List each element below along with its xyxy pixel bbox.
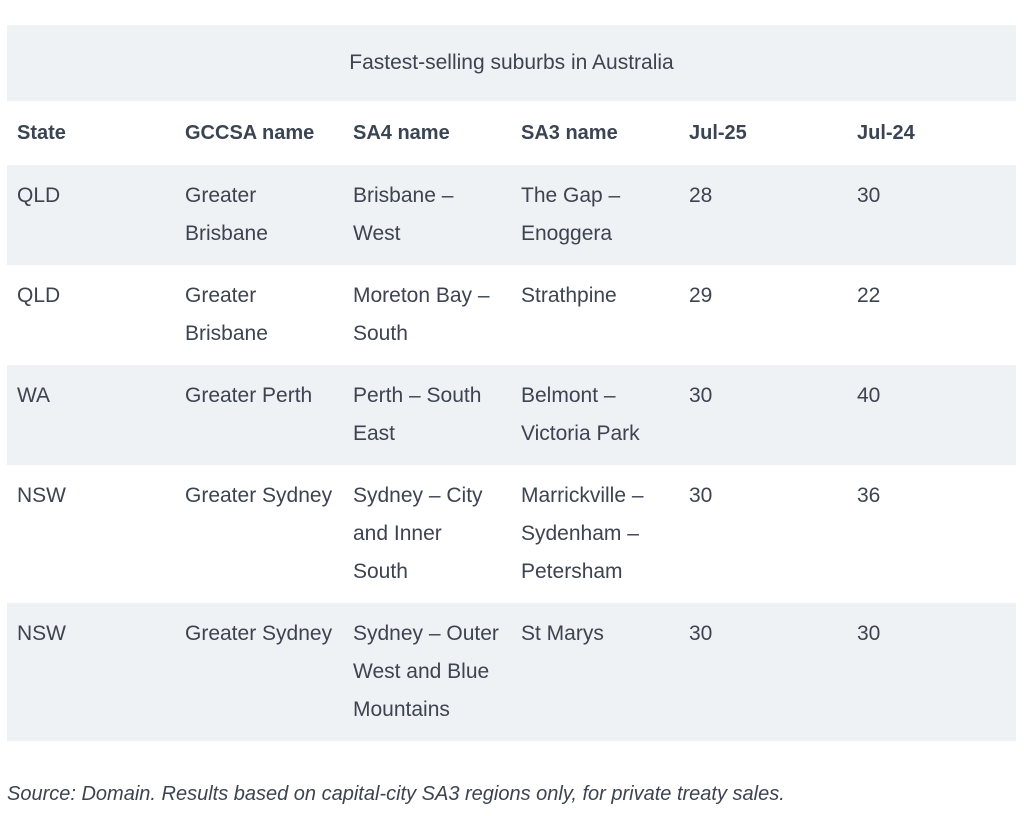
- cell-sa3-name: St Marys: [511, 603, 679, 741]
- table-row: NSW Greater Sydney Sydney – Outer West a…: [7, 603, 1016, 741]
- cell-gccsa-name: Greater Perth: [175, 365, 343, 465]
- cell-sa3-name: The Gap – Enoggera: [511, 165, 679, 265]
- cell-sa3-name: Belmont – Victoria Park: [511, 365, 679, 465]
- header-jul-25: Jul-25: [679, 101, 847, 165]
- table-row: WA Greater Perth Perth – South East Belm…: [7, 365, 1016, 465]
- cell-jul-25: 29: [679, 265, 847, 365]
- header-state: State: [7, 101, 175, 165]
- cell-state: WA: [7, 365, 175, 465]
- cell-jul-25: 30: [679, 365, 847, 465]
- cell-sa4-name: Sydney – City and Inner South: [343, 465, 511, 603]
- table-row: QLD Greater Brisbane Brisbane – West The…: [7, 165, 1016, 265]
- header-row: State GCCSA name SA4 name SA3 name Jul-2…: [7, 101, 1016, 165]
- cell-jul-25: 30: [679, 465, 847, 603]
- cell-state: QLD: [7, 165, 175, 265]
- table-row: NSW Greater Sydney Sydney – City and Inn…: [7, 465, 1016, 603]
- cell-state: NSW: [7, 603, 175, 741]
- cell-gccsa-name: Greater Sydney: [175, 465, 343, 603]
- cell-gccsa-name: Greater Brisbane: [175, 165, 343, 265]
- cell-sa4-name: Sydney – Outer West and Blue Mountains: [343, 603, 511, 741]
- cell-jul-24: 30: [847, 165, 1016, 265]
- cell-jul-25: 30: [679, 603, 847, 741]
- table-row: QLD Greater Brisbane Moreton Bay – South…: [7, 265, 1016, 365]
- cell-gccsa-name: Greater Brisbane: [175, 265, 343, 365]
- header-jul-24: Jul-24: [847, 101, 1016, 165]
- data-table-container: Fastest-selling suburbs in Australia Sta…: [7, 25, 1016, 741]
- cell-sa4-name: Moreton Bay – South: [343, 265, 511, 365]
- header-sa4-name: SA4 name: [343, 101, 511, 165]
- header-sa3-name: SA3 name: [511, 101, 679, 165]
- source-note: Source: Domain. Results based on capital…: [7, 783, 785, 805]
- cell-jul-25: 28: [679, 165, 847, 265]
- cell-jul-24: 36: [847, 465, 1016, 603]
- header-gccsa-name: GCCSA name: [175, 101, 343, 165]
- cell-jul-24: 22: [847, 265, 1016, 365]
- suburbs-table: State GCCSA name SA4 name SA3 name Jul-2…: [7, 101, 1016, 741]
- table-caption: Fastest-selling suburbs in Australia: [7, 25, 1016, 101]
- cell-jul-24: 30: [847, 603, 1016, 741]
- cell-jul-24: 40: [847, 365, 1016, 465]
- cell-sa3-name: Marrickville – Sydenham – Petersham: [511, 465, 679, 603]
- cell-sa4-name: Brisbane – West: [343, 165, 511, 265]
- cell-sa3-name: Strathpine: [511, 265, 679, 365]
- cell-gccsa-name: Greater Sydney: [175, 603, 343, 741]
- cell-sa4-name: Perth – South East: [343, 365, 511, 465]
- cell-state: NSW: [7, 465, 175, 603]
- cell-state: QLD: [7, 265, 175, 365]
